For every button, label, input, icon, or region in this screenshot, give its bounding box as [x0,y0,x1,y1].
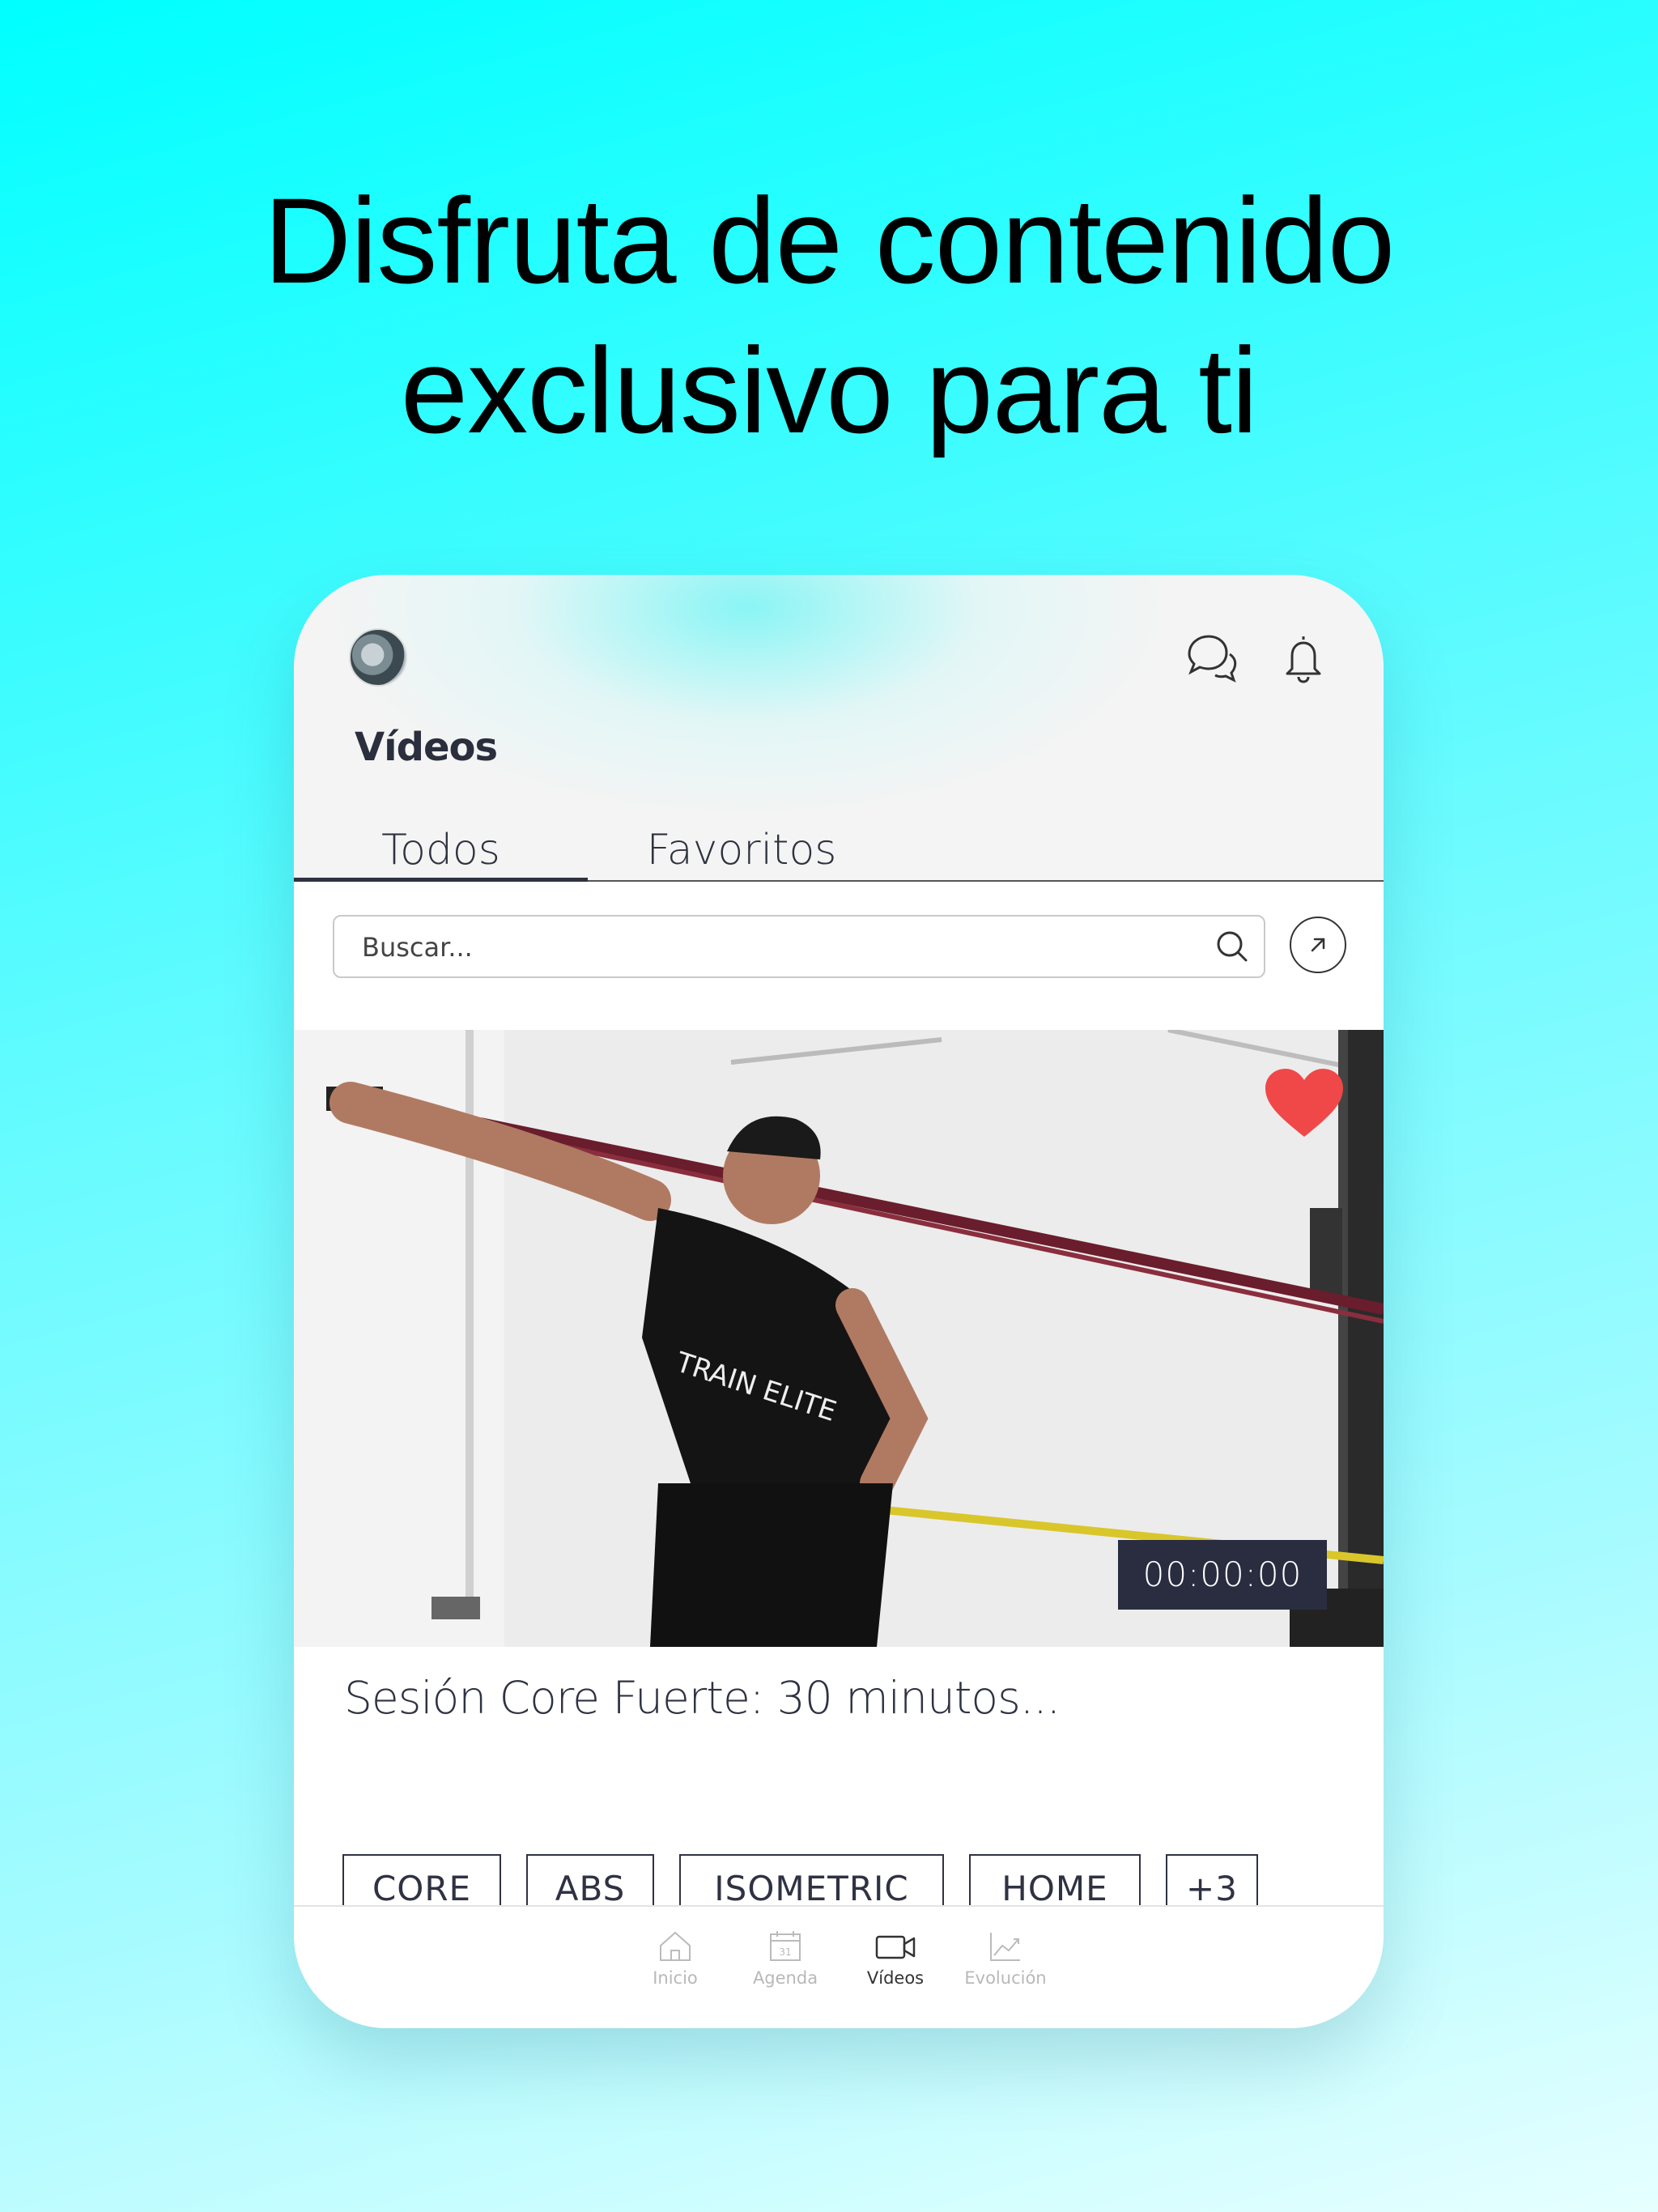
nav-label: Evolución [964,1968,1047,1988]
avatar[interactable] [349,628,407,687]
headline-line-2: exclusivo para ti [400,322,1259,458]
video-duration-badge: 00:00:00 [1118,1540,1327,1610]
heart-icon[interactable] [1264,1067,1345,1140]
chat-icon[interactable] [1183,630,1241,688]
app-header: Vídeos Todos Favoritos [294,575,1384,882]
trend-chart-icon [990,1933,1020,1961]
headline-line-1: Disfruta de contenido [263,172,1396,308]
nav-label: Agenda [752,1968,818,1988]
tag-chip[interactable]: HOME [969,1854,1141,1912]
headline: Disfruta de contenido exclusivo para ti [0,166,1658,466]
tag-chip[interactable]: CORE [342,1854,501,1912]
nav-label: Inicio [653,1968,698,1988]
tab-todos[interactable]: Todos [294,806,588,882]
bell-icon[interactable] [1274,630,1333,688]
nav-item-inicio[interactable]: Inicio [627,1929,724,1988]
device-screen: Vídeos Todos Favoritos Buscar... TRAIN E… [294,575,1384,2028]
tab-bar: Todos Favoritos [294,806,1384,882]
tag-chip[interactable]: ABS [526,1854,654,1912]
tag-chip[interactable]: ISOMETRIC [679,1854,944,1912]
nav-item-evolucion[interactable]: Evolución [957,1929,1054,1988]
video-camera-icon [875,1935,916,1959]
video-title[interactable]: Sesión Core Fuerte: 30 minutos... [344,1672,1061,1724]
search-box [333,915,1265,978]
arrow-up-right-icon [1311,938,1325,952]
search-input[interactable] [360,928,1173,967]
tab-favoritos[interactable]: Favoritos [588,806,895,880]
search-icon[interactable] [1215,929,1249,963]
bottom-nav: Inicio 31 Agenda Vídeos Evolución [294,1905,1384,2028]
page-title: Vídeos [355,725,498,770]
nav-label: Vídeos [866,1968,925,1988]
svg-text:31: 31 [779,1946,791,1958]
calendar-icon: 31 [770,1931,801,1961]
home-icon [660,1931,691,1961]
nav-item-agenda[interactable]: 31 Agenda [737,1929,834,1988]
expand-arrow-button[interactable] [1290,917,1346,973]
video-thumbnail[interactable]: TRAIN ELITE 00:00:00 [294,1030,1384,1647]
nav-item-videos[interactable]: Vídeos [847,1929,944,1988]
tag-chip-more[interactable]: +3 [1166,1854,1258,1912]
